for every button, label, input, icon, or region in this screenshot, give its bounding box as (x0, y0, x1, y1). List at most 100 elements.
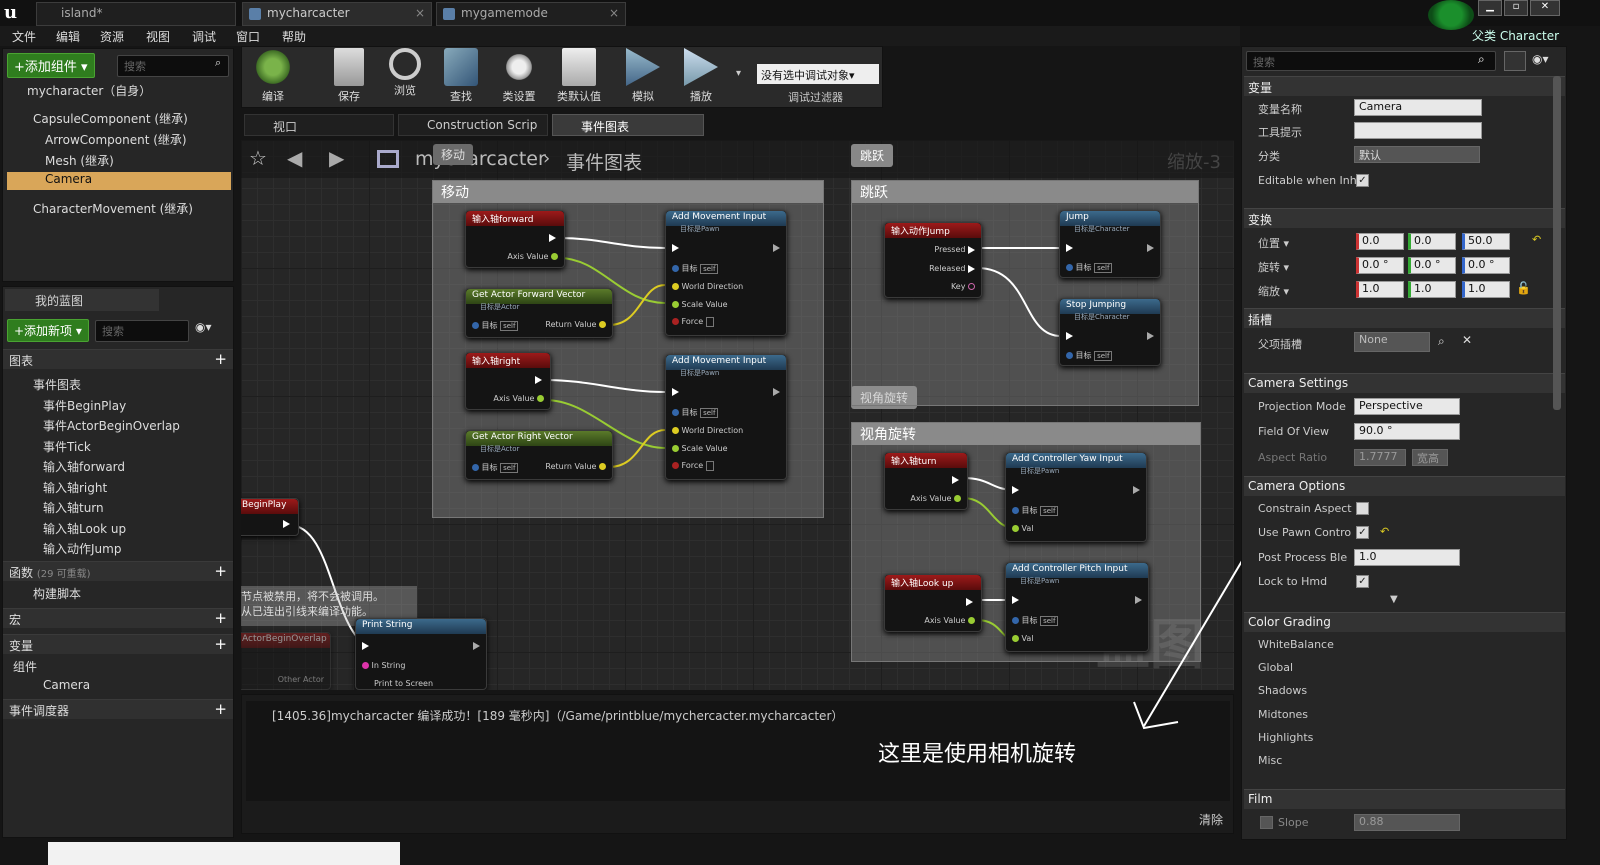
close-icon[interactable]: × (609, 6, 619, 20)
construction-script-item[interactable]: 构建脚本 (33, 585, 81, 602)
key-pin[interactable]: Key (951, 282, 975, 291)
event-jump[interactable]: 输入动作Jump (43, 540, 121, 557)
pressed-pin[interactable]: Pressed (934, 245, 975, 254)
color-whitebalance[interactable]: WhiteBalance (1258, 638, 1334, 651)
exec-out-pin[interactable] (535, 375, 542, 384)
exec-in-pin[interactable] (1066, 331, 1073, 340)
val-pin[interactable]: Val (1012, 634, 1034, 643)
menu-help[interactable]: 帮助 (282, 28, 306, 45)
component-camera[interactable]: Camera (45, 172, 92, 186)
exec-out-pin[interactable] (1147, 243, 1154, 252)
exec-in-pin[interactable] (672, 387, 679, 396)
search-icon[interactable]: ⌕ (1438, 334, 1445, 349)
lock-icon[interactable]: 🔓 (1516, 281, 1531, 295)
exec-in-pin[interactable] (1066, 243, 1073, 252)
functions-header[interactable]: 函数 (29 可重载) + (3, 561, 233, 581)
color-global[interactable]: Global (1258, 661, 1293, 674)
compile-button[interactable]: 编译 (244, 48, 302, 106)
tab-island[interactable]: island* (36, 2, 236, 26)
aspect-button[interactable]: 宽高 (1412, 449, 1448, 466)
return-value-pin[interactable]: Return Value (545, 462, 606, 471)
details-search-input[interactable]: 搜索 (1246, 51, 1496, 71)
rotation-y[interactable]: 0.0 ° (1408, 257, 1456, 274)
expand-advanced-icon[interactable]: ▼ (1390, 594, 1398, 605)
exec-out-pin[interactable] (549, 233, 556, 242)
rotation-label[interactable]: 旋转 ▾ (1258, 259, 1289, 275)
class-settings-button[interactable]: 类设置 (490, 48, 548, 106)
doc-tab-construction[interactable]: Construction Scrip (398, 114, 548, 136)
section-color-grading[interactable]: Color Grading (1244, 612, 1565, 632)
event-lookup[interactable]: 输入轴Look up (43, 520, 126, 537)
tab-mycharcacter[interactable]: mycharcacter × (242, 2, 432, 26)
color-highlights[interactable]: Highlights (1258, 731, 1313, 744)
section-camera-settings[interactable]: Camera Settings (1244, 373, 1565, 393)
force-pin[interactable]: Force (672, 461, 714, 471)
scale-x[interactable]: 1.0 (1356, 281, 1404, 298)
return-value-pin[interactable]: Return Value (545, 320, 606, 329)
axis-value-pin[interactable]: Axis Value (493, 394, 544, 403)
scale-y[interactable]: 1.0 (1408, 281, 1456, 298)
exec-out-pin[interactable] (1147, 331, 1154, 340)
dispatchers-header[interactable]: 事件调度器 + (3, 699, 233, 719)
component-arrow[interactable]: ArrowComponent (继承) (45, 131, 187, 148)
add-variable-icon[interactable]: + (214, 635, 227, 653)
clear-icon[interactable]: ✕ (1462, 333, 1472, 347)
menu-debug[interactable]: 调试 (192, 28, 216, 45)
macros-header[interactable]: 宏 + (3, 608, 233, 628)
target-pin[interactable]: 目标 self (672, 407, 719, 418)
event-tick[interactable]: 事件Tick (43, 438, 91, 455)
menu-edit[interactable]: 编辑 (56, 28, 80, 45)
released-pin[interactable]: Released (929, 264, 975, 273)
variables-header[interactable]: 变量 + (3, 634, 233, 654)
section-camera-options[interactable]: Camera Options (1244, 476, 1565, 496)
scale-z[interactable]: 1.0 (1462, 281, 1510, 298)
rotation-x[interactable]: 0.0 ° (1356, 257, 1404, 274)
val-pin[interactable]: Val (1012, 524, 1034, 533)
node-event-beginplay[interactable]: BeginPlay (241, 498, 299, 536)
target-pin[interactable]: 目标 self (1012, 505, 1059, 516)
node-input-axis-right[interactable]: 输入轴right Axis Value (465, 352, 551, 410)
in-string-pin[interactable]: In String (362, 661, 405, 670)
target-pin[interactable]: 目标 self (472, 462, 519, 473)
component-capsule[interactable]: CapsuleComponent (继承) (33, 110, 188, 127)
add-new-button[interactable]: +添加新项 ▾ (7, 319, 89, 342)
clear-button[interactable]: 清除 (1199, 811, 1223, 828)
play-options-icon[interactable]: ▾ (736, 68, 741, 79)
color-misc[interactable]: Misc (1258, 754, 1282, 767)
force-pin[interactable]: Force (672, 317, 714, 327)
exec-out-pin[interactable] (773, 387, 780, 396)
view-options-icon[interactable]: ◉▾ (195, 320, 212, 334)
event-graph-canvas[interactable]: ☆ ◀ ▶ mycharcacter › 事件图表 缩放-3 蓝图 移动 跳跃 … (241, 140, 1234, 690)
axis-value-pin[interactable]: Axis Value (924, 616, 975, 625)
target-pin[interactable]: 目标 self (472, 320, 519, 331)
exec-in-pin[interactable] (362, 641, 369, 650)
var-name-input[interactable]: Camera (1354, 99, 1482, 116)
node-input-axis-lookup[interactable]: 输入轴Look up Axis Value (884, 574, 982, 632)
node-stop-jumping[interactable]: Stop Jumping 目标是Character 目标 self (1059, 298, 1161, 366)
event-forward[interactable]: 输入轴forward (43, 458, 125, 475)
component-root[interactable]: mycharacter（自身） (27, 82, 151, 99)
post-process-blend-input[interactable]: 1.0 (1354, 549, 1460, 566)
other-actor-pin[interactable]: Other Actor (278, 675, 324, 684)
component-mesh[interactable]: Mesh (继承) (45, 152, 114, 169)
print-to-screen-pin[interactable]: Print to Screen (374, 679, 433, 688)
exec-in-pin[interactable] (1012, 595, 1019, 604)
exec-out-pin[interactable] (952, 475, 959, 484)
close-window-button[interactable]: ✕ (1530, 0, 1560, 16)
menu-window[interactable]: 窗口 (236, 28, 260, 45)
force-checkbox[interactable] (705, 461, 714, 471)
world-direction-pin[interactable]: World Direction (672, 426, 743, 435)
add-dispatcher-icon[interactable]: + (214, 700, 227, 718)
node-add-movement-input-2[interactable]: Add Movement Input 目标是Pawn 目标 self World… (665, 354, 787, 480)
simulate-button[interactable]: 模拟 (614, 48, 672, 106)
target-pin[interactable]: 目标 self (1066, 262, 1113, 273)
event-graph-item[interactable]: 事件图表 (33, 376, 81, 393)
add-function-icon[interactable]: + (214, 562, 227, 580)
parent-socket-input[interactable]: None (1354, 332, 1430, 352)
debug-object-select[interactable]: 没有选中调试对象▾ (757, 64, 879, 84)
exec-out-pin[interactable] (473, 641, 480, 650)
maximize-button[interactable]: ▫ (1504, 0, 1528, 16)
slope-input[interactable]: 0.88 (1354, 814, 1460, 831)
reset-arrow-icon[interactable]: ↶ (1532, 233, 1541, 246)
use-pawn-control-checkbox[interactable]: ✓ (1356, 526, 1369, 539)
